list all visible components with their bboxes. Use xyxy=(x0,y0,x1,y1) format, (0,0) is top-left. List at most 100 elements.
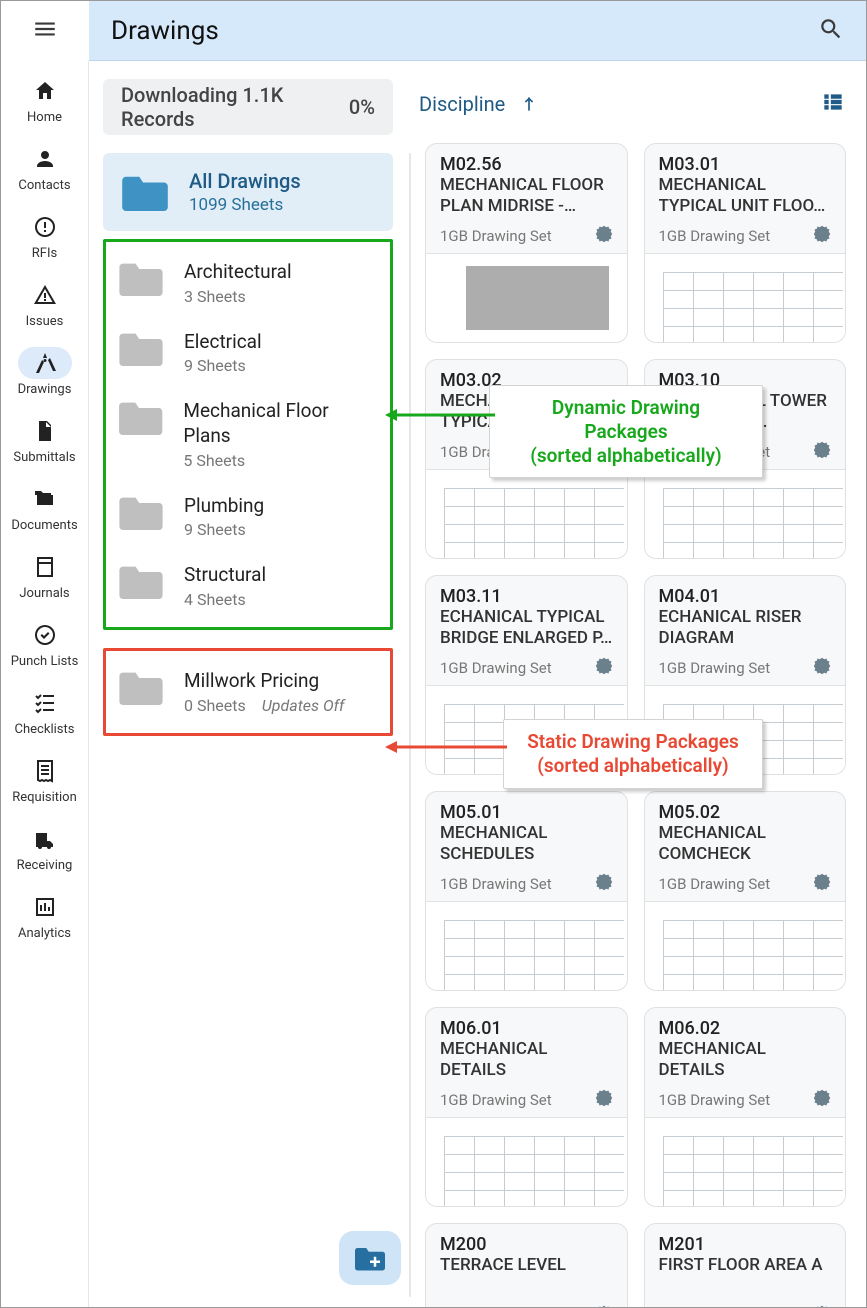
drawing-card[interactable]: M05.02MECHANICAL COMCHECK1GB Drawing Set xyxy=(644,791,847,991)
add-button[interactable] xyxy=(339,1231,401,1285)
sidebar-item-checklists[interactable]: Checklists xyxy=(5,687,85,737)
drawing-code: M200 xyxy=(440,1234,613,1255)
drawing-code: M05.01 xyxy=(440,802,613,823)
verified-icon xyxy=(813,225,831,247)
folder-icon xyxy=(121,173,169,211)
sidebar-item-home[interactable]: Home xyxy=(5,75,85,125)
sort-field-label: Discipline xyxy=(419,92,505,116)
drawing-title: MECHANICAL TYPICAL UNIT FLOO… xyxy=(659,175,832,221)
sidebar-item-analytics[interactable]: Analytics xyxy=(5,891,85,941)
drawing-title: MECHANICAL COMCHECK xyxy=(659,823,832,869)
callout-text: (sorted alphabetically) xyxy=(522,754,744,778)
verified-icon xyxy=(595,1305,613,1307)
add-folder-icon xyxy=(355,1245,385,1271)
drawing-card[interactable]: M06.02MECHANICAL DETAILS 1GB Drawing Set xyxy=(644,1007,847,1207)
sidebar-item-label: RFIs xyxy=(32,246,57,261)
sidebar-item-contacts[interactable]: Contacts xyxy=(5,143,85,193)
drawing-set: 1GB Drawing Set xyxy=(659,659,771,677)
drawing-title: MECHANICAL SCHEDULES xyxy=(440,823,613,869)
download-progress: Downloading 1.1K Records 0% xyxy=(103,79,393,135)
sidebar-item-label: Receiving xyxy=(17,858,73,873)
arrow-icon xyxy=(385,405,495,425)
dynamic-packages-group: Architectural3 SheetsElectrical9 SheetsM… xyxy=(103,239,393,630)
drawing-set: 1GB Drawing Set xyxy=(440,659,552,677)
search-button[interactable] xyxy=(818,16,844,46)
verified-icon xyxy=(813,873,831,895)
drawing-thumbnail xyxy=(645,1117,846,1206)
callout-text: (sorted alphabetically) xyxy=(508,444,744,468)
verified-icon xyxy=(595,225,613,247)
arrow-icon xyxy=(385,737,507,757)
drawing-title: MECHANICAL FLOOR PLAN MIDRISE - ROO… xyxy=(440,175,613,221)
receipt-icon xyxy=(33,759,57,783)
drawing-code: M201 xyxy=(659,1234,832,1255)
folder-row[interactable]: Mechanical Floor Plans5 Sheets xyxy=(118,387,378,481)
sort-dropdown[interactable]: Discipline xyxy=(419,92,539,116)
journal-icon xyxy=(33,555,57,579)
folder-title: Plumbing xyxy=(184,494,264,519)
drawing-thumbnail xyxy=(426,1117,627,1206)
sidebar-item-documents[interactable]: Documents xyxy=(5,483,85,533)
sidebar-item-label: Submittals xyxy=(13,450,75,465)
warning-icon xyxy=(33,283,57,307)
folder-title: Electrical xyxy=(184,330,262,355)
drawing-card[interactable]: M201FIRST FLOOR AREA A1GB Drawing Set xyxy=(644,1223,847,1307)
folder-icon xyxy=(118,563,164,599)
sidebar-item-label: Contacts xyxy=(18,178,70,193)
file-icon xyxy=(33,419,57,443)
hamburger-button[interactable] xyxy=(32,16,58,46)
sidebar-item-receiving[interactable]: Receiving xyxy=(5,823,85,873)
folder-title: Mechanical Floor Plans xyxy=(183,399,378,448)
folder-icon xyxy=(118,494,164,530)
drawing-code: M06.01 xyxy=(440,1018,613,1039)
truck-icon xyxy=(33,827,57,851)
drawing-card[interactable]: M03.01MECHANICAL TYPICAL UNIT FLOO…1GB D… xyxy=(644,143,847,343)
sidebar-item-submittals[interactable]: Submittals xyxy=(5,415,85,465)
sidebar-item-issues[interactable]: Issues xyxy=(5,279,85,329)
search-icon xyxy=(818,16,844,42)
folder-title: Architectural xyxy=(184,260,292,285)
callout-static: Static Drawing Packages (sorted alphabet… xyxy=(503,719,763,789)
drawing-thumbnail xyxy=(645,253,846,342)
drawing-card[interactable]: M200TERRACE LEVEL1GB Drawing Set xyxy=(425,1223,628,1307)
folder-all-drawings[interactable]: All Drawings 1099 Sheets xyxy=(103,153,393,231)
drawing-card[interactable]: M02.56MECHANICAL FLOOR PLAN MIDRISE - RO… xyxy=(425,143,628,343)
folder-title: Millwork Pricing xyxy=(184,669,378,694)
compass-icon xyxy=(33,351,57,375)
info-icon xyxy=(33,215,57,239)
drawing-card[interactable]: M05.01MECHANICAL SCHEDULES 1GB Drawing Se… xyxy=(425,791,628,991)
view-toggle-button[interactable] xyxy=(820,89,846,119)
folder-count: 3 Sheets xyxy=(184,287,292,306)
sidebar-item-punchlists[interactable]: Punch Lists xyxy=(5,619,85,669)
folder-row[interactable]: Plumbing9 Sheets xyxy=(118,482,378,552)
verified-icon xyxy=(813,1305,831,1307)
folder-row[interactable]: Millwork Pricing0 SheetsUpdates Off xyxy=(118,657,378,727)
drawing-code: M06.02 xyxy=(659,1018,832,1039)
drawing-title: MECHANICAL DETAILS xyxy=(659,1039,832,1085)
chart-icon xyxy=(33,895,57,919)
drawing-set: 1GB Drawing Set xyxy=(440,875,552,893)
folder-count: 9 Sheets xyxy=(184,520,264,539)
drawing-title: MECHANICAL DETAILS xyxy=(440,1039,613,1085)
sidebar-nav: Home Contacts RFIs Issues Drawings Submi… xyxy=(1,61,89,1307)
folder-count: 0 Sheets xyxy=(184,696,246,715)
checklist-icon xyxy=(33,691,57,715)
verified-icon xyxy=(595,657,613,679)
drawing-code: M02.56 xyxy=(440,154,613,175)
folder-row[interactable]: Structural4 Sheets xyxy=(118,551,378,621)
sidebar-item-rfis[interactable]: RFIs xyxy=(5,211,85,261)
drawing-card[interactable]: M06.01MECHANICAL DETAILS1GB Drawing Set xyxy=(425,1007,628,1207)
sidebar-item-label: Analytics xyxy=(18,926,71,941)
sidebar-item-journals[interactable]: Journals xyxy=(5,551,85,601)
folder-count: 9 Sheets xyxy=(184,356,262,375)
sidebar-item-label: Home xyxy=(27,110,62,125)
drawing-code: M03.11 xyxy=(440,586,613,607)
folder-row[interactable]: Electrical9 Sheets xyxy=(118,318,378,388)
folder-row[interactable]: Architectural 3 Sheets xyxy=(118,248,378,318)
folder-title: All Drawings xyxy=(189,169,301,193)
sidebar-item-requisition[interactable]: Requisition xyxy=(5,755,85,805)
drawing-set: 1GB Drawing Set xyxy=(659,1091,771,1109)
sidebar-item-drawings[interactable]: Drawings xyxy=(5,347,85,397)
callout-dynamic: Dynamic Drawing Packages (sorted alphabe… xyxy=(489,385,763,478)
verified-icon xyxy=(813,657,831,679)
